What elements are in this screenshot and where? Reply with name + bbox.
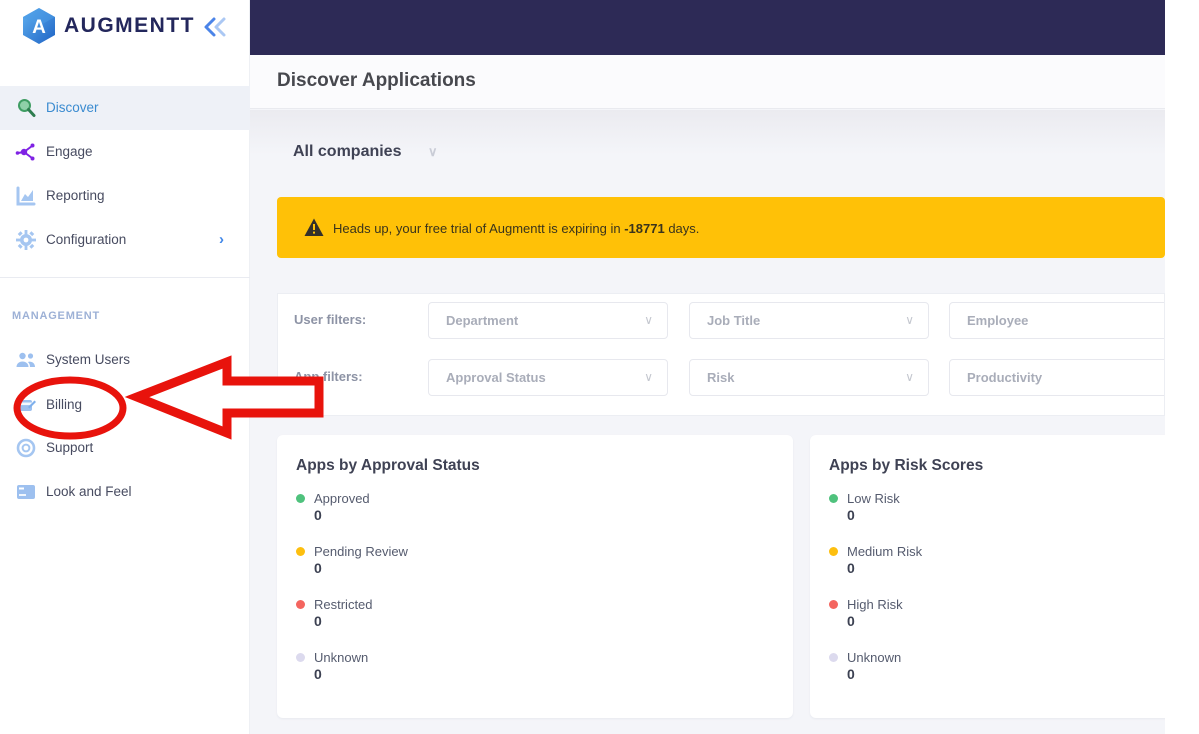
- billing-pencil-icon: [17, 400, 36, 411]
- company-selector-label: All companies: [293, 143, 402, 160]
- chevron-right-icon: ›: [219, 231, 224, 248]
- sidebar-item-engage[interactable]: Engage: [0, 130, 250, 174]
- sidebar-item-label: Engage: [46, 144, 93, 159]
- sidebar-collapse-icon[interactable]: [202, 15, 230, 39]
- brand-wordmark: AUGMENTT: [64, 14, 195, 37]
- app-window: A AUGMENTT Discover Engage Reporting Con…: [0, 0, 1199, 734]
- sidebar-item-label: Configuration: [46, 232, 127, 247]
- risk-scores-legend: Low Risk 0 Medium Risk 0 High Risk 0 Unk…: [829, 489, 1165, 687]
- legend-item: Unknown 0: [296, 648, 793, 687]
- employee-dropdown[interactable]: Employee ∨: [949, 302, 1164, 339]
- page-title: Discover Applications: [277, 70, 476, 91]
- legend-dot-unknown: [296, 652, 305, 662]
- brand: A AUGMENTT: [0, 0, 250, 68]
- company-selector[interactable]: All companies ∨: [293, 143, 437, 161]
- sidebar-item-system-users[interactable]: System Users: [0, 338, 250, 382]
- chevron-down-icon: ∨: [644, 313, 653, 327]
- svg-text:A: A: [32, 17, 46, 38]
- legend-value: 0: [847, 666, 855, 682]
- legend-value: 0: [847, 560, 855, 576]
- legend-value: 0: [314, 666, 322, 682]
- legend-item: Medium Risk 0: [829, 542, 1165, 581]
- job-title-dropdown[interactable]: Job Title ∨: [689, 302, 929, 339]
- legend-dot-high-risk: [829, 599, 838, 609]
- card-title: Apps by Approval Status: [296, 457, 480, 474]
- apps-by-approval-status-card: Apps by Approval Status Approved 0 Pendi…: [277, 435, 793, 718]
- legend-dot-unknown: [829, 652, 838, 662]
- legend-value: 0: [314, 560, 322, 576]
- sidebar-item-label: Support: [46, 440, 94, 455]
- legend-dot-restricted: [296, 599, 305, 609]
- legend-item: Approved 0: [296, 489, 793, 528]
- approval-status-dropdown[interactable]: Approval Status ∨: [428, 359, 668, 396]
- approval-status-legend: Approved 0 Pending Review 0 Restricted 0: [296, 489, 793, 687]
- legend-value: 0: [314, 613, 322, 629]
- app-filters-label: App filters:: [294, 369, 363, 384]
- sidebar-item-label: Discover: [46, 100, 99, 115]
- user-filters-row: User filters: Department ∨ Job Title ∨ E…: [278, 302, 1164, 339]
- legend-value: 0: [847, 507, 855, 523]
- sidebar-item-label: Billing: [46, 397, 83, 412]
- legend-dot-low-risk: [829, 493, 838, 503]
- legend-item: Low Risk 0: [829, 489, 1165, 528]
- legend-dot-approved: [296, 493, 305, 503]
- department-dropdown[interactable]: Department ∨: [428, 302, 668, 339]
- sidebar-item-configuration[interactable]: Configuration ›: [0, 218, 250, 262]
- sidebar-item-discover[interactable]: Discover: [0, 86, 250, 130]
- chevron-down-icon: ∨: [905, 370, 914, 384]
- trial-warning-text: Heads up, your free trial of Augmentt is…: [333, 221, 700, 236]
- sidebar-item-reporting[interactable]: Reporting: [0, 174, 250, 218]
- page-header: Discover Applications: [250, 55, 1165, 109]
- sidebar-item-look-and-feel[interactable]: Look and Feel: [0, 470, 250, 514]
- magnifier-icon: [18, 99, 36, 117]
- main-content: Discover Applications All companies ∨ He…: [250, 0, 1165, 734]
- sidebar-item-billing[interactable]: Billing: [0, 383, 250, 427]
- apps-by-risk-scores-card: Apps by Risk Scores Low Risk 0 Medium Ri…: [810, 435, 1165, 718]
- legend-item: High Risk 0: [829, 595, 1165, 634]
- chevron-down-icon: ∨: [905, 313, 914, 327]
- legend-value: 0: [847, 613, 855, 629]
- gear-icon: [16, 230, 36, 250]
- legend-item: Restricted 0: [296, 595, 793, 634]
- top-navigation-bar: [250, 0, 1165, 55]
- sidebar-item-label: Look and Feel: [46, 484, 132, 499]
- window-icon: [17, 485, 35, 499]
- legend-dot-medium-risk: [829, 546, 838, 556]
- legend-value: 0: [314, 507, 322, 523]
- sidebar-item-label: Reporting: [46, 188, 105, 203]
- users-icon: [16, 352, 35, 367]
- card-title: Apps by Risk Scores: [829, 457, 984, 474]
- lifebuoy-icon: [16, 438, 36, 458]
- filters-panel: User filters: Department ∨ Job Title ∨ E…: [277, 293, 1165, 416]
- sidebar: A AUGMENTT Discover Engage Reporting Con…: [0, 0, 250, 734]
- sidebar-divider: [0, 277, 250, 278]
- legend-dot-pending-review: [296, 546, 305, 556]
- legend-item: Pending Review 0: [296, 542, 793, 581]
- risk-dropdown[interactable]: Risk ∨: [689, 359, 929, 396]
- app-filters-row: App filters: Approval Status ∨ Risk ∨ Pr…: [278, 359, 1164, 396]
- screenshot-white-margin: [1165, 0, 1199, 734]
- sidebar-item-label: System Users: [46, 352, 131, 367]
- chevron-down-icon: ∨: [644, 370, 653, 384]
- warning-triangle-icon: [304, 218, 324, 236]
- chart-icon: [16, 186, 36, 206]
- content-body: All companies ∨ Heads up, your free tria…: [250, 110, 1165, 734]
- trial-days-remaining: -18771: [624, 221, 665, 236]
- sidebar-item-support[interactable]: Support: [0, 426, 250, 470]
- network-icon: [15, 143, 35, 161]
- legend-item: Unknown 0: [829, 648, 1165, 687]
- productivity-dropdown[interactable]: Productivity ∨: [949, 359, 1164, 396]
- trial-warning-banner: Heads up, your free trial of Augmentt is…: [277, 197, 1165, 258]
- management-section-label: MANAGEMENT: [12, 310, 101, 322]
- chevron-down-icon: ∨: [427, 144, 438, 159]
- augmentt-logo-icon[interactable]: A: [20, 7, 58, 45]
- user-filters-label: User filters:: [294, 312, 367, 327]
